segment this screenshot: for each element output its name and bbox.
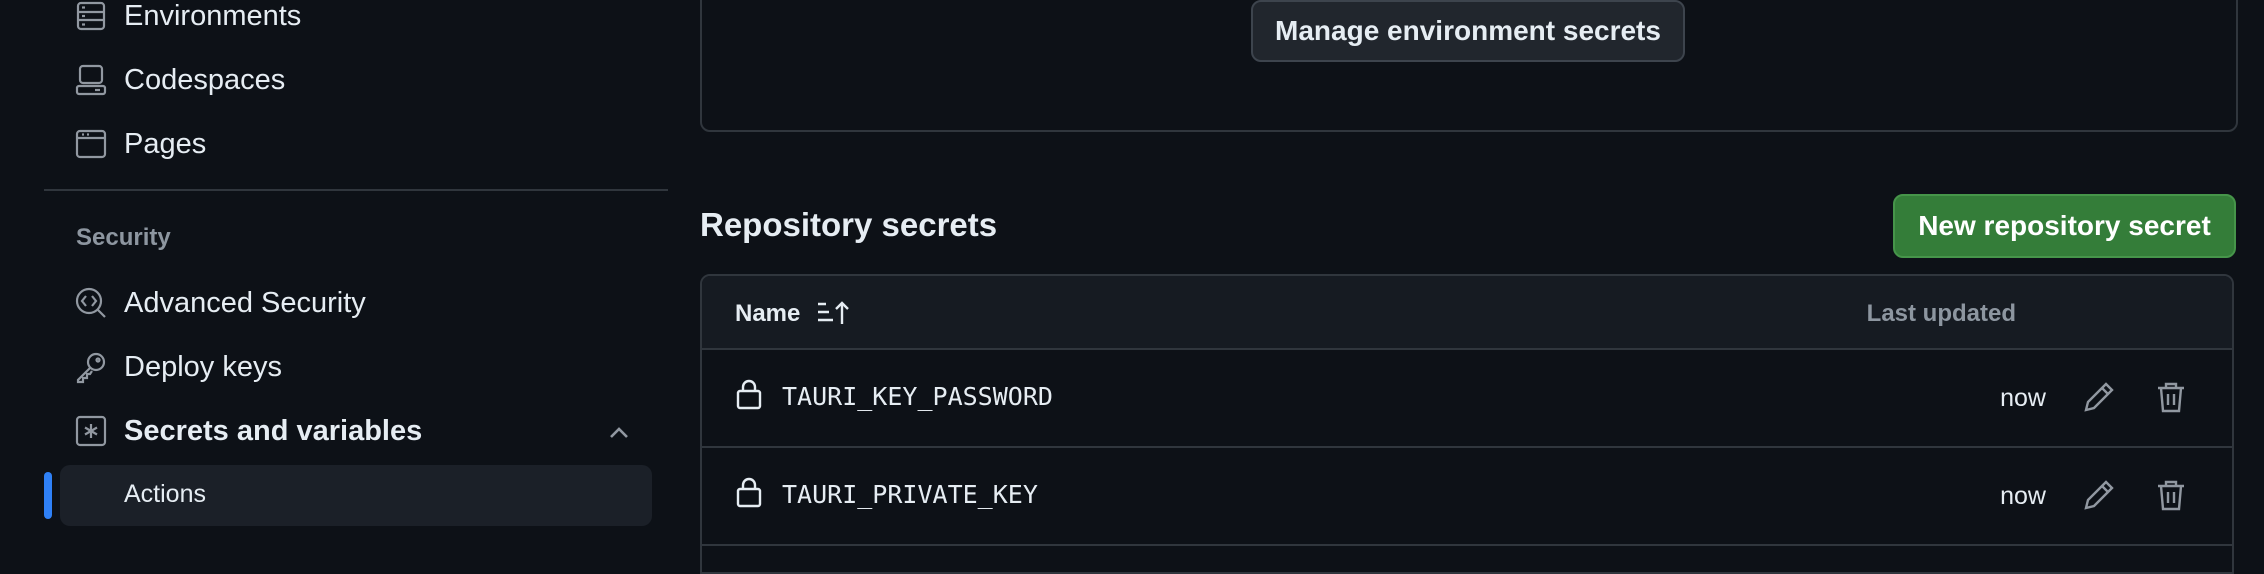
table-header: Name Last updated [702,276,2232,350]
sidebar-item-label: Codespaces [124,63,286,96]
codescan-icon [74,286,108,320]
sidebar-item-advanced-security[interactable]: Advanced Security [74,277,366,329]
repository-secrets-title: Repository secrets [700,206,998,243]
column-header-name[interactable]: Name [735,300,800,328]
sidebar-item-label: Secrets and variables [124,414,423,447]
pencil-icon[interactable] [2082,478,2116,512]
sidebar-item-secrets-and-variables[interactable]: Secrets and variables [74,405,422,457]
asterisk-icon [74,414,108,448]
server-icon [74,0,108,33]
lock-icon [735,476,763,508]
sidebar-item-label: Pages [124,127,207,160]
table-row: TAURI_PRIVATE_KEY now [702,448,2232,546]
manage-environment-secrets-button[interactable]: Manage environment secrets [1251,0,1685,62]
key-icon [74,350,108,384]
new-repository-secret-button[interactable]: New repository secret [1893,194,2236,258]
sidebar-item-label: Advanced Security [124,286,366,319]
sidebar-item-pages[interactable]: Pages [74,118,206,170]
lock-icon [735,378,763,410]
sidebar-divider [44,189,668,191]
column-header-last-updated: Last updated [1866,300,2016,327]
secret-name: TAURI_KEY_PASSWORD [782,382,1053,411]
secret-updated: now [2000,384,2046,412]
active-indicator [44,472,52,519]
trash-icon[interactable] [2154,478,2188,512]
sidebar-item-label: Deploy keys [124,350,282,383]
secret-name: TAURI_PRIVATE_KEY [782,480,1038,509]
sidebar-subitem-label: Actions [124,480,206,508]
sidebar-item-deploy-keys[interactable]: Deploy keys [74,341,282,393]
pencil-icon[interactable] [2082,380,2116,414]
table-row: TAURI_KEY_PASSWORD now [702,350,2232,448]
sidebar-item-environments[interactable]: Environments [74,0,301,42]
sidebar-item-label: Environments [124,0,302,32]
browser-icon [74,127,108,161]
trash-icon[interactable] [2154,380,2188,414]
sidebar-item-codespaces[interactable]: Codespaces [74,54,285,106]
chevron-up-icon[interactable] [604,418,634,448]
sidebar-section-security: Security [76,224,171,251]
sort-ascending-icon[interactable] [816,300,852,326]
codespaces-icon [74,63,108,97]
secret-updated: now [2000,482,2046,510]
secrets-table: Name Last updated TAURI_KEY_PASSWORD now [700,274,2234,574]
